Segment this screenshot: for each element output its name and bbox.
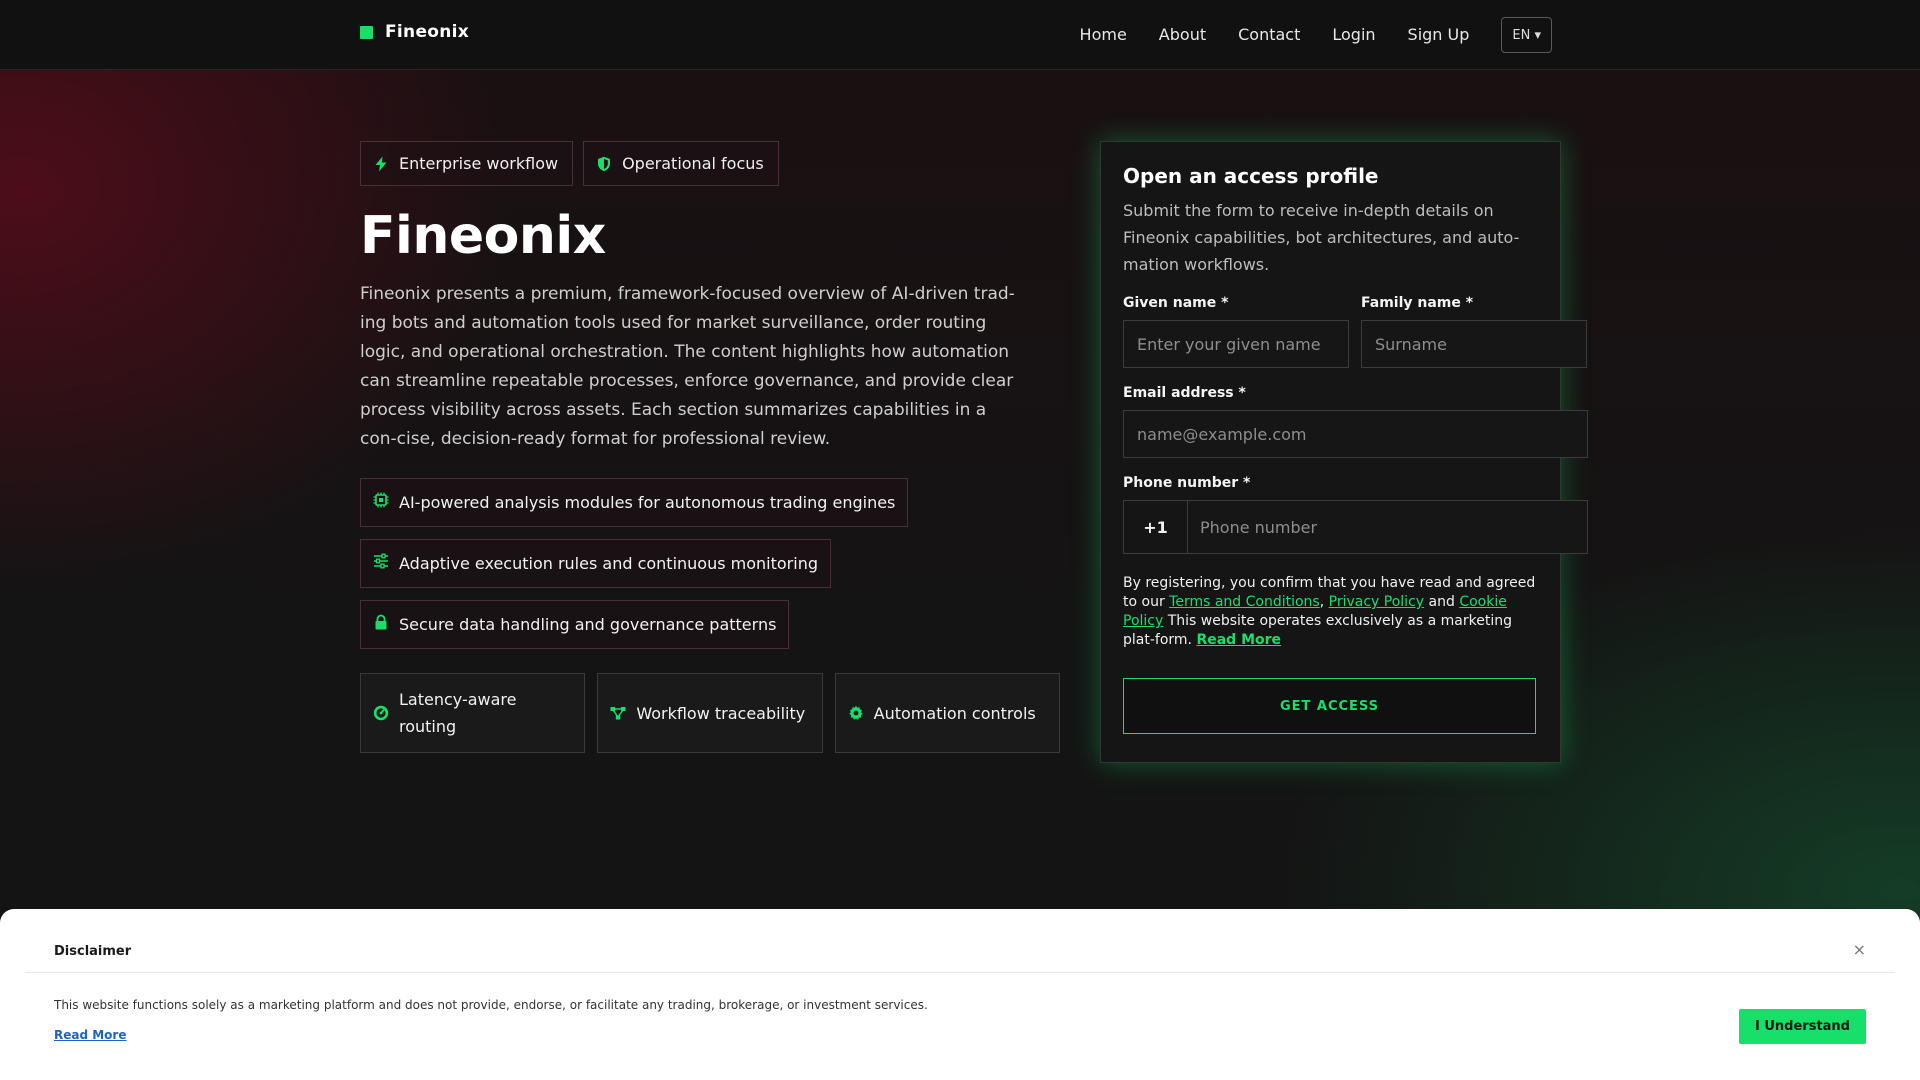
pill-enterprise-workflow: Enterprise workflow <box>360 141 574 186</box>
feature-item: AI-powered analysis modules for autonomo… <box>360 478 909 528</box>
bolt-icon <box>373 156 389 172</box>
pill-label: Operational focus <box>622 154 764 173</box>
hero-pills: Enterprise workflow Operational focus <box>360 141 1060 186</box>
legal-read-more-link[interactable]: Read More <box>1196 632 1281 648</box>
given-name-group: Given name * <box>1123 295 1349 368</box>
disclaimer-banner: Disclaimer × This website functions sole… <box>0 909 1920 1080</box>
main-nav: Home About Contact Login Sign Up EN ▾ <box>1048 17 1552 53</box>
close-icon[interactable]: × <box>1853 940 1866 959</box>
feature-label: Secure data handling and governance patt… <box>399 615 777 635</box>
card-label: Workflow traceability <box>636 703 806 723</box>
capability-card: Automation controls <box>834 673 1060 754</box>
disclaimer-title: Disclaimer <box>54 944 132 959</box>
hero-description: Fineonix presents a premium, framework-f… <box>360 284 1015 450</box>
nav-home-link[interactable]: Home <box>1080 18 1127 52</box>
hero-section: Enterprise workflow Operational focus Fi… <box>360 141 1060 754</box>
legal-text-marketing: This website operates exclusively as a m… <box>1123 613 1512 648</box>
email-label: Email address * <box>1123 385 1246 401</box>
nodes-icon <box>610 705 626 721</box>
family-name-input[interactable] <box>1361 320 1587 368</box>
feature-item: Adaptive execution rules and continuous … <box>360 539 831 589</box>
feature-item: Secure data handling and governance patt… <box>360 600 790 650</box>
nav-signup-link[interactable]: Sign Up <box>1408 18 1470 52</box>
family-name-label: Family name * <box>1361 295 1474 311</box>
given-name-label: Given name * <box>1123 295 1229 311</box>
get-access-button[interactable]: GET ACCESS <box>1123 678 1536 734</box>
name-row: Given name * Family name * <box>1123 295 1587 368</box>
phone-label: Phone number * <box>1123 475 1251 491</box>
page-title: Fineonix <box>360 206 606 266</box>
capability-card: Workflow traceability <box>597 673 823 754</box>
lock-icon <box>373 614 389 630</box>
i-understand-button[interactable]: I Understand <box>1739 1009 1866 1044</box>
phone-group: Phone number * +1 <box>1123 475 1588 554</box>
gauge-icon <box>373 705 389 721</box>
feature-label: Adaptive execution rules and continuous … <box>399 554 818 574</box>
brand-logo[interactable]: Fineonix <box>360 22 469 42</box>
privacy-link[interactable]: Privacy Policy <box>1329 594 1424 610</box>
chip-icon <box>373 492 389 508</box>
email-input[interactable] <box>1123 410 1588 458</box>
disclaimer-read-more-link[interactable]: Read More <box>54 1028 127 1042</box>
nav-contact-link[interactable]: Contact <box>1238 18 1300 52</box>
family-name-group: Family name * <box>1361 295 1587 368</box>
nav-login-link[interactable]: Login <box>1332 18 1375 52</box>
brand-name: Fineonix <box>385 22 470 42</box>
feature-list: AI-powered analysis modules for autonomo… <box>360 478 1060 650</box>
form-title: Open an access profile <box>1123 164 1379 188</box>
country-code-selector[interactable]: +1 <box>1124 501 1188 553</box>
phone-field: +1 <box>1123 500 1588 554</box>
pill-operational-focus: Operational focus <box>583 141 779 186</box>
nav-about-link[interactable]: About <box>1159 18 1206 52</box>
email-group: Email address * <box>1123 385 1588 458</box>
given-name-input[interactable] <box>1123 320 1349 368</box>
shield-icon <box>596 156 612 172</box>
card-label: Latency-aware routing <box>399 690 517 737</box>
form-subtitle: Submit the form to receive in-depth deta… <box>1123 201 1520 274</box>
gear-icon <box>848 705 864 721</box>
top-navigation-bar: Fineonix Home About Contact Login Sign U… <box>0 0 1920 70</box>
capability-card: Latency-aware routing <box>360 673 586 754</box>
legal-consent-text: By registering, you confirm that you hav… <box>1123 574 1541 650</box>
language-selector[interactable]: EN ▾ <box>1501 17 1552 53</box>
sliders-icon <box>373 553 389 569</box>
feature-label: AI-powered analysis modules for autonomo… <box>399 493 896 513</box>
capability-cards: Latency-aware routing Workflow traceabil… <box>360 673 1060 754</box>
disclaimer-text: This website functions solely as a marke… <box>54 998 928 1012</box>
pill-label: Enterprise workflow <box>399 154 559 173</box>
access-form-panel: Open an access profile Submit the form t… <box>1100 141 1588 763</box>
disclaimer-divider <box>25 972 1895 973</box>
brand-square-icon <box>360 25 373 39</box>
legal-and: and <box>1424 594 1460 610</box>
card-label: Automation controls <box>873 703 1036 723</box>
legal-separator: , <box>1319 594 1329 610</box>
phone-input[interactable] <box>1188 501 1587 553</box>
terms-link[interactable]: Terms and Conditions <box>1169 594 1320 610</box>
